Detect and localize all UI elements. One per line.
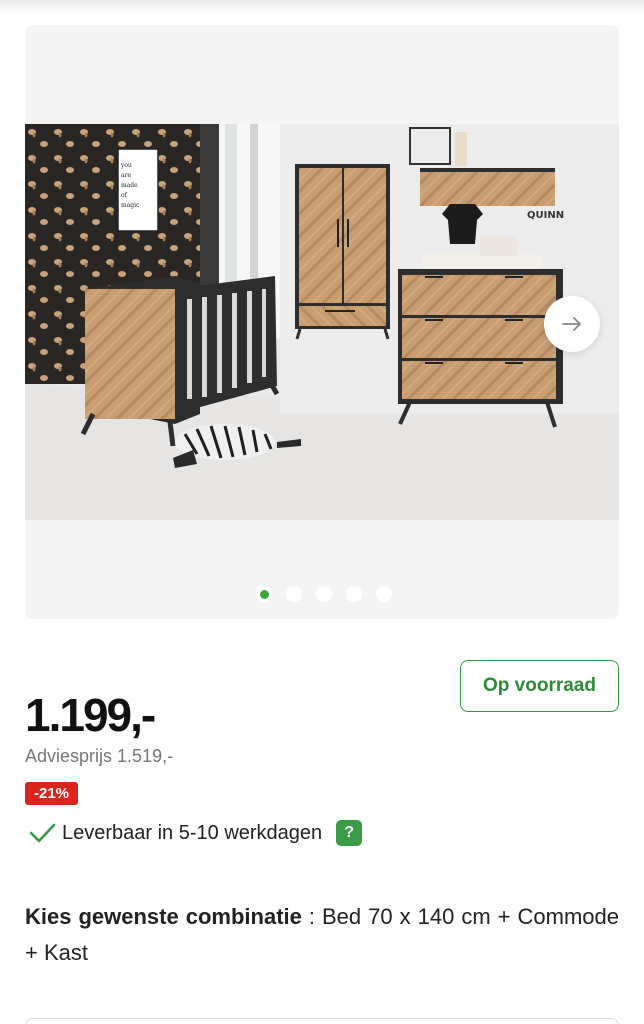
delivery-text: Leverbaar in 5-10 werkdagen xyxy=(62,821,323,844)
poster-line: magic xyxy=(121,202,140,209)
stock-status-badge: Op voorraad xyxy=(460,660,619,712)
gallery-dot-4[interactable] xyxy=(346,586,362,602)
gallery-dot-5[interactable] xyxy=(376,586,392,602)
svg-text:magic: magic xyxy=(121,202,140,209)
poster-line: are xyxy=(121,172,131,179)
poster-line: made xyxy=(121,182,138,189)
wall-brand-text: QUINN xyxy=(527,210,564,221)
discount-badge: -21% xyxy=(25,782,79,805)
next-section-box xyxy=(25,1018,619,1024)
svg-text:of: of xyxy=(121,192,128,199)
combination-label: Kies gewenste combinatie xyxy=(25,904,302,929)
delivery-info: Leverbaar in 5-10 werkdagen ? xyxy=(28,820,363,846)
svg-text:you: you xyxy=(120,162,132,169)
gallery-pagination xyxy=(25,586,619,602)
gallery-dot-1[interactable] xyxy=(256,586,272,602)
delivery-help-icon[interactable]: ? xyxy=(336,820,363,846)
arrow-right-icon xyxy=(562,317,581,331)
poster-line: of xyxy=(121,192,128,199)
top-shadow xyxy=(0,0,644,14)
combination-separator: : xyxy=(301,904,322,929)
advice-price: Adviesprijs 1.519,- xyxy=(25,746,174,766)
svg-text:made: made xyxy=(121,182,138,189)
product-image-gallery[interactable]: you are made of magic QUINN xyxy=(25,25,619,619)
gallery-dot-3[interactable] xyxy=(316,586,332,602)
combination-selector[interactable]: Kies gewenste combinatie : Bed 70 x 140 … xyxy=(25,899,619,971)
poster-line: you xyxy=(120,162,132,169)
checkmark-icon xyxy=(29,823,56,843)
product-price: 1.199,- xyxy=(25,689,156,741)
next-image-button[interactable] xyxy=(544,296,600,352)
product-photo: you are made of magic QUINN xyxy=(25,124,619,520)
svg-text:are: are xyxy=(121,172,131,179)
gallery-dot-2[interactable] xyxy=(286,586,302,602)
